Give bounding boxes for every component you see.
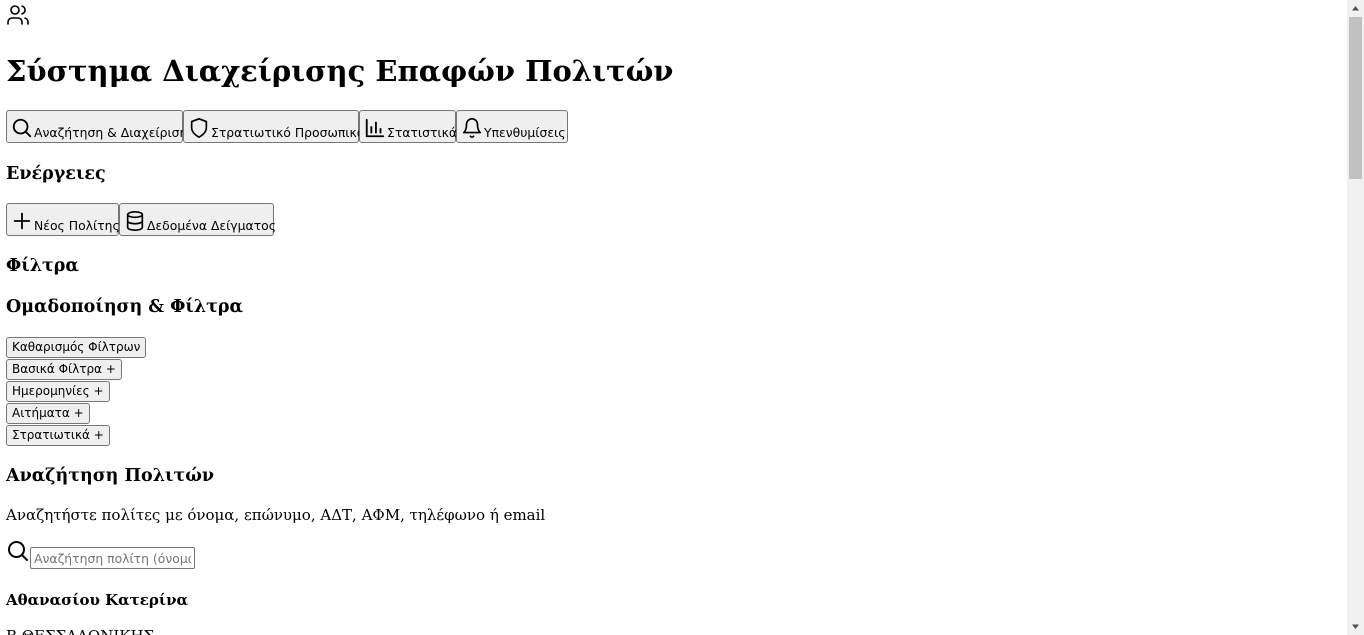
bar-chart-icon — [365, 118, 385, 138]
dates-filter-toggle[interactable]: Ημερομηνίες + — [6, 381, 110, 402]
tab-label: Στατιστικά — [387, 125, 458, 140]
citizen-location: Β ΘΕΣΣΑΛΟΝΙΚΗΣ — [6, 627, 154, 635]
actions-heading: Ενέργειες — [6, 164, 106, 184]
database-icon — [126, 211, 144, 231]
search-input[interactable] — [30, 547, 195, 569]
bell-icon — [462, 118, 482, 138]
sample-data-button[interactable]: Δεδομένα Δείγματος — [119, 203, 277, 236]
tab-label: Στρατιωτικό Προσωπικό — [211, 125, 365, 140]
scrollbar-thumb[interactable] — [1349, 17, 1362, 179]
tab-reminders[interactable]: Υπενθυμίσεις — [456, 110, 568, 143]
scroll-down-arrow-icon[interactable] — [1347, 618, 1364, 635]
clear-filters-button[interactable]: Καθαρισμός Φίλτρων — [6, 337, 147, 358]
button-label: Δεδομένα Δείγματος — [147, 218, 277, 233]
vertical-scrollbar[interactable] — [1347, 0, 1364, 635]
plus-icon — [13, 212, 31, 230]
search-icon — [8, 541, 28, 561]
tab-label: Αναζήτηση & Διαχείριση — [34, 125, 188, 140]
group-filters-heading: Ομαδοποίηση & Φίλτρα — [6, 297, 244, 317]
tab-label: Υπενθυμίσεις — [484, 125, 566, 140]
search-heading: Αναζήτηση Πολιτών — [6, 466, 215, 486]
citizen-name[interactable]: Αθανασίου Κατερίνα — [6, 591, 188, 609]
button-label: Νέος Πολίτης — [34, 218, 120, 233]
search-icon — [12, 118, 32, 138]
users-icon — [7, 5, 29, 25]
tab-military-personnel[interactable]: Στρατιωτικό Προσωπικό — [183, 110, 364, 143]
basic-filters-toggle[interactable]: Βασικά Φίλτρα + — [6, 359, 122, 380]
page-title: Σύστημα Διαχείρισης Επαφών Πολιτών — [6, 54, 674, 88]
new-citizen-button[interactable]: Νέος Πολίτης — [6, 203, 120, 236]
filters-heading: Φίλτρα — [6, 256, 79, 276]
search-description: Αναζητήστε πολίτες με όνομα, επώνυμο, ΑΔ… — [6, 506, 546, 524]
tab-search-manage[interactable]: Αναζήτηση & Διαχείριση — [6, 110, 187, 143]
page: Σύστημα Διαχείρισης Επαφών Πολιτών Αναζή… — [0, 0, 1347, 635]
scroll-up-arrow-icon[interactable] — [1347, 0, 1364, 17]
shield-icon — [190, 118, 208, 138]
military-filter-toggle[interactable]: Στρατιωτικά + — [6, 425, 110, 446]
requests-filter-toggle[interactable]: Αιτήματα + — [6, 403, 90, 424]
tab-statistics[interactable]: Στατιστικά — [359, 110, 458, 143]
